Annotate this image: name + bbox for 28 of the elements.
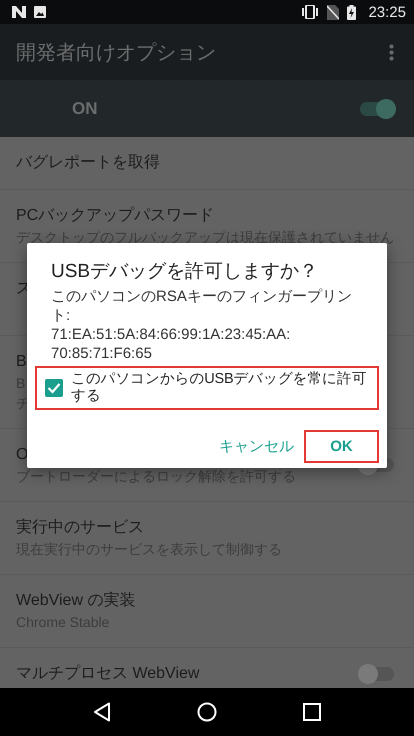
clock-time: 23:25 [368,4,406,20]
image-icon [34,6,46,18]
n-logo-icon [12,6,26,18]
fingerprint-text: 71:EA:51:5A:84:66:99:1A:23:45:AA: 70:85:71:F6:65 [51,325,292,363]
ok-button[interactable]: OK [304,430,379,463]
recents-icon[interactable] [303,703,321,721]
toggle-switch[interactable] [360,667,394,681]
home-icon[interactable] [197,702,217,722]
back-icon[interactable] [93,702,111,722]
no-sim-icon [327,4,340,20]
setting-title: マルチプロセス WebView [16,664,200,684]
switch-label: ON [72,98,98,118]
setting-title: バグレポートを取得 [16,153,160,173]
vibrate-icon [301,5,320,19]
toggle-switch[interactable] [360,102,394,116]
settings-row[interactable]: バグレポートを取得 [0,137,414,190]
screen-title: 開発者向けオプション [16,40,216,66]
checkbox[interactable] [45,379,63,397]
setting-title: WebView の実装 [16,590,136,611]
dialog-title: USBデバッグを許可しますか？ [51,260,318,284]
cancel-button[interactable]: キャンセル [217,431,296,462]
always-allow-checkbox[interactable]: このパソコンからのUSBデバッグを常に許可する [35,366,379,410]
more-options-icon[interactable] [389,44,394,60]
setting-title: B [16,352,27,372]
battery-charging-icon [347,4,356,20]
setting-title: PCバックアップパスワード [16,206,214,226]
dialog-message: このパソコンのRSAキーのフィンガープリント: [51,287,353,325]
setting-title: 実行中のサービス [16,518,144,538]
